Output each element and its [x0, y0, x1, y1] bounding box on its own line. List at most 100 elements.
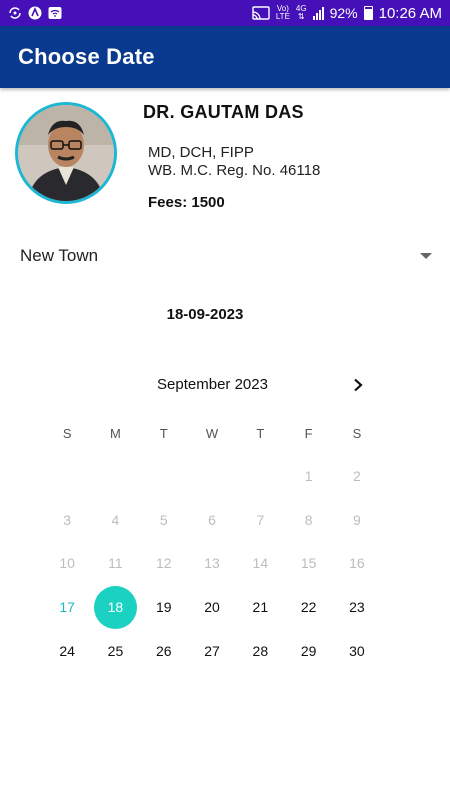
battery-percent: 92%: [329, 5, 358, 21]
calendar-day[interactable]: 20: [188, 585, 236, 629]
weekday-label: M: [110, 426, 121, 441]
calendar-day-label: 21: [252, 599, 269, 616]
weekday-label: T: [159, 426, 168, 441]
doctor-name: DR. GAUTAM DAS: [143, 102, 304, 122]
calendar-day-disabled: 12: [140, 542, 188, 586]
calendar-day-disabled: 9: [333, 498, 381, 542]
clock: 10:26 AM: [378, 4, 442, 22]
calendar-day-label: 30: [349, 643, 365, 660]
calendar-day-disabled: 14: [236, 542, 284, 586]
weekday-label: F: [304, 426, 313, 441]
calendar-day-disabled: 1: [284, 454, 332, 498]
calendar-day-label: 2: [353, 467, 361, 484]
app-bar: Choose Date: [0, 26, 450, 88]
signal-icon: [312, 6, 324, 20]
calendar-day-label: 23: [349, 599, 365, 616]
calendar-empty-cell: [43, 454, 91, 498]
calendar-day-label: 11: [108, 555, 123, 572]
calendar-day-label: 19: [155, 599, 172, 616]
calendar-day-today[interactable]: 17: [43, 585, 91, 629]
battery-icon: [363, 6, 373, 20]
calendar-day[interactable]: 25: [91, 629, 139, 673]
calendar-day-label: 16: [349, 555, 365, 572]
calendar-day[interactable]: 21: [236, 585, 284, 629]
calendar-day-disabled: 13: [188, 542, 236, 586]
calendar-day-label: 28: [252, 643, 269, 660]
calendar-day[interactable]: 23: [333, 585, 381, 629]
calendar-day-label: 27: [204, 643, 220, 660]
calendar-day-disabled: 7: [236, 498, 284, 542]
calendar-day-label: 14: [252, 555, 269, 572]
page-title: Choose Date: [18, 44, 155, 69]
calendar-day-label: 13: [204, 555, 220, 572]
calendar-day-label: 1: [304, 467, 313, 484]
calendar-day-label: 3: [63, 511, 72, 528]
sync-icon: [8, 6, 22, 20]
status-left-icons: [8, 6, 62, 20]
cast-icon: [252, 6, 270, 20]
calendar-day[interactable]: 28: [236, 629, 284, 673]
calendar-day-label: 4: [111, 511, 120, 528]
calendar-day[interactable]: 30: [333, 629, 381, 673]
status-bar: Vo) LTE 4G ⇅ 92% 10:26 AM: [0, 0, 450, 26]
calendar-day-disabled: 4: [91, 498, 139, 542]
calendar-day[interactable]: 26: [140, 629, 188, 673]
data-arrows-icon: ⇅: [297, 12, 305, 21]
doctor-fees: Fees: 1500: [148, 194, 225, 211]
calendar-day-disabled: 16: [333, 542, 381, 586]
location-selected: New Town: [20, 246, 99, 265]
calendar-day-label: 10: [59, 555, 75, 572]
weekday-label: T: [256, 426, 265, 441]
calendar-empty-cell: [140, 454, 188, 498]
doctor-qualifications: MD, DCH, FIPP: [148, 144, 254, 161]
next-month-button[interactable]: [346, 372, 370, 398]
calendar-day-label: 18: [93, 585, 137, 629]
selected-date: 18-09-2023: [166, 306, 244, 323]
status-right-icons: Vo) LTE 4G ⇅ 92% 10:26 AM: [252, 5, 442, 22]
location-dropdown[interactable]: New Town: [0, 238, 450, 274]
calendar-day-label: 22: [300, 599, 317, 616]
chevron-right-icon: [354, 378, 363, 392]
calendar-day-disabled: 15: [284, 542, 332, 586]
doctor-registration: WB. M.C. Reg. No. 46118: [148, 162, 321, 179]
calendar-day-disabled: 8: [284, 498, 332, 542]
data-type-indicator: 4G ⇅: [296, 5, 307, 21]
doctor-avatar: [15, 102, 117, 204]
calendar-day[interactable]: 24: [43, 629, 91, 673]
weekday-label: S: [62, 426, 72, 441]
calendar-day[interactable]: 29: [284, 629, 332, 673]
calendar-day-label: 5: [159, 511, 168, 528]
wifi-notification-icon: [48, 6, 62, 20]
calendar-day[interactable]: 22: [284, 585, 332, 629]
calendar-day-label: 29: [300, 643, 317, 660]
calendar-empty-cell: [188, 454, 236, 498]
calendar-day-disabled: 2: [333, 454, 381, 498]
calendar-day-label: 20: [204, 599, 220, 616]
calendar-day[interactable]: 27: [188, 629, 236, 673]
calendar-day-selected[interactable]: 18: [91, 585, 139, 629]
calendar-day-label: 17: [59, 599, 75, 616]
calendar-day-disabled: 3: [43, 498, 91, 542]
calendar-header: September 2023: [0, 372, 425, 398]
calendar-day-label: 15: [300, 555, 317, 572]
calendar-day-disabled: 11: [91, 542, 139, 586]
volte-bottom-label: LTE: [275, 12, 290, 21]
calendar-day-label: 7: [256, 511, 265, 528]
calendar-empty-cell: [91, 454, 139, 498]
calendar-day-label: 26: [155, 643, 172, 660]
calendar-day-label: 8: [304, 511, 313, 528]
calendar-day-label: 9: [353, 511, 361, 528]
calendar-day-disabled: 6: [188, 498, 236, 542]
calendar-day-label: 12: [155, 555, 172, 572]
calendar-day-disabled: 5: [140, 498, 188, 542]
calendar-day-label: 6: [208, 511, 216, 528]
doctor-photo: [18, 105, 114, 201]
calendar-day-label: 25: [107, 643, 124, 660]
calendar-day-grid: 1 2 3 4 5 6 7 8 9 10 11 12 13 14 15 16 17 18 19 20 21 22 23 24 2…: [43, 454, 381, 673]
weekday-label: S: [352, 426, 362, 441]
calendar-day-disabled: 10: [43, 542, 91, 586]
calendar-day[interactable]: 19: [140, 585, 188, 629]
calendar-day-label: 24: [59, 643, 75, 660]
accessibility-icon: [28, 6, 42, 20]
volte-indicator: Vo) LTE: [276, 5, 290, 21]
